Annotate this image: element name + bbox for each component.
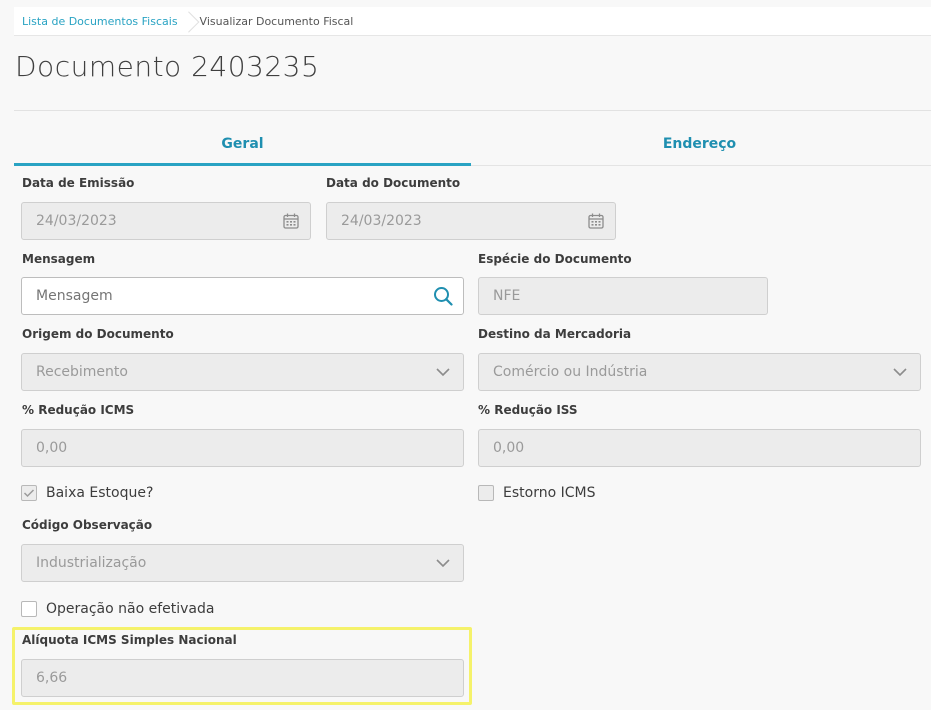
breadcrumb-separator xyxy=(186,7,194,35)
data-documento-value: 24/03/2023 xyxy=(341,213,422,229)
operacao-nao-efetivada-checkbox[interactable] xyxy=(21,601,37,617)
baixa-estoque-row[interactable]: Baixa Estoque? xyxy=(21,485,153,501)
destino-value: Comércio ou Indústria xyxy=(493,364,648,380)
chevron-down-icon[interactable] xyxy=(435,556,451,574)
especie-field[interactable]: NFE xyxy=(478,277,768,315)
title-divider xyxy=(14,110,931,111)
data-documento-field[interactable]: 24/03/2023 xyxy=(326,202,616,240)
check-icon xyxy=(23,489,35,498)
calendar-icon[interactable] xyxy=(587,212,605,234)
chevron-down-icon[interactable] xyxy=(435,365,451,383)
aliquota-icms-sn-field[interactable]: 6,66 xyxy=(21,659,464,697)
destino-select[interactable]: Comércio ou Indústria xyxy=(478,353,921,391)
origem-select[interactable]: Recebimento xyxy=(21,353,464,391)
breadcrumb-link-lista-documentos[interactable]: Lista de Documentos Fiscais xyxy=(14,15,178,28)
estorno-icms-label: Estorno ICMS xyxy=(503,485,596,501)
breadcrumb-current: Visualizar Documento Fiscal xyxy=(199,14,354,28)
estorno-icms-checkbox[interactable] xyxy=(478,485,494,501)
codigo-observacao-value: Industrialização xyxy=(36,555,147,571)
mensagem-input[interactable] xyxy=(22,278,418,314)
tab-bar: Geral Endereço xyxy=(14,125,931,166)
codigo-observacao-select[interactable]: Industrialização xyxy=(21,544,464,582)
search-icon[interactable] xyxy=(433,286,453,310)
baixa-estoque-checkbox[interactable] xyxy=(21,485,37,501)
calendar-icon[interactable] xyxy=(282,212,300,234)
reducao-icms-field[interactable]: 0,00 xyxy=(21,429,464,467)
reducao-iss-label: % Redução ISS xyxy=(478,403,578,417)
reducao-icms-label: % Redução ICMS xyxy=(22,403,135,417)
chevron-down-icon[interactable] xyxy=(892,365,908,383)
aliquota-icms-sn-label: Alíquota ICMS Simples Nacional xyxy=(22,633,237,647)
baixa-estoque-label: Baixa Estoque? xyxy=(46,485,154,501)
data-emissao-label: Data de Emissão xyxy=(22,176,135,190)
destino-label: Destino da Mercadoria xyxy=(478,327,632,341)
especie-label: Espécie do Documento xyxy=(478,252,632,266)
aliquota-icms-sn-value: 6,66 xyxy=(36,670,68,686)
breadcrumb: Lista de Documentos Fiscais Visualizar D… xyxy=(14,7,931,36)
reducao-icms-value: 0,00 xyxy=(36,440,68,456)
reducao-iss-value: 0,00 xyxy=(493,440,525,456)
mensagem-label: Mensagem xyxy=(22,252,96,266)
operacao-nao-efetivada-row[interactable]: Operação não efetivada xyxy=(21,601,214,617)
estorno-icms-row[interactable]: Estorno ICMS xyxy=(478,485,595,501)
mensagem-field[interactable] xyxy=(21,277,464,315)
origem-label: Origem do Documento xyxy=(22,327,174,341)
data-documento-label: Data do Documento xyxy=(326,176,461,190)
codigo-observacao-label: Código Observação xyxy=(22,518,153,532)
data-emissao-field[interactable]: 24/03/2023 xyxy=(21,202,311,240)
origem-value: Recebimento xyxy=(36,364,128,380)
operacao-nao-efetivada-label: Operação não efetivada xyxy=(46,601,215,617)
tab-geral[interactable]: Geral xyxy=(14,125,471,166)
data-emissao-value: 24/03/2023 xyxy=(36,213,117,229)
especie-value: NFE xyxy=(493,288,521,304)
reducao-iss-field[interactable]: 0,00 xyxy=(478,429,921,467)
page-title: Documento 2403235 xyxy=(15,50,320,83)
tab-endereco[interactable]: Endereço xyxy=(471,125,928,165)
